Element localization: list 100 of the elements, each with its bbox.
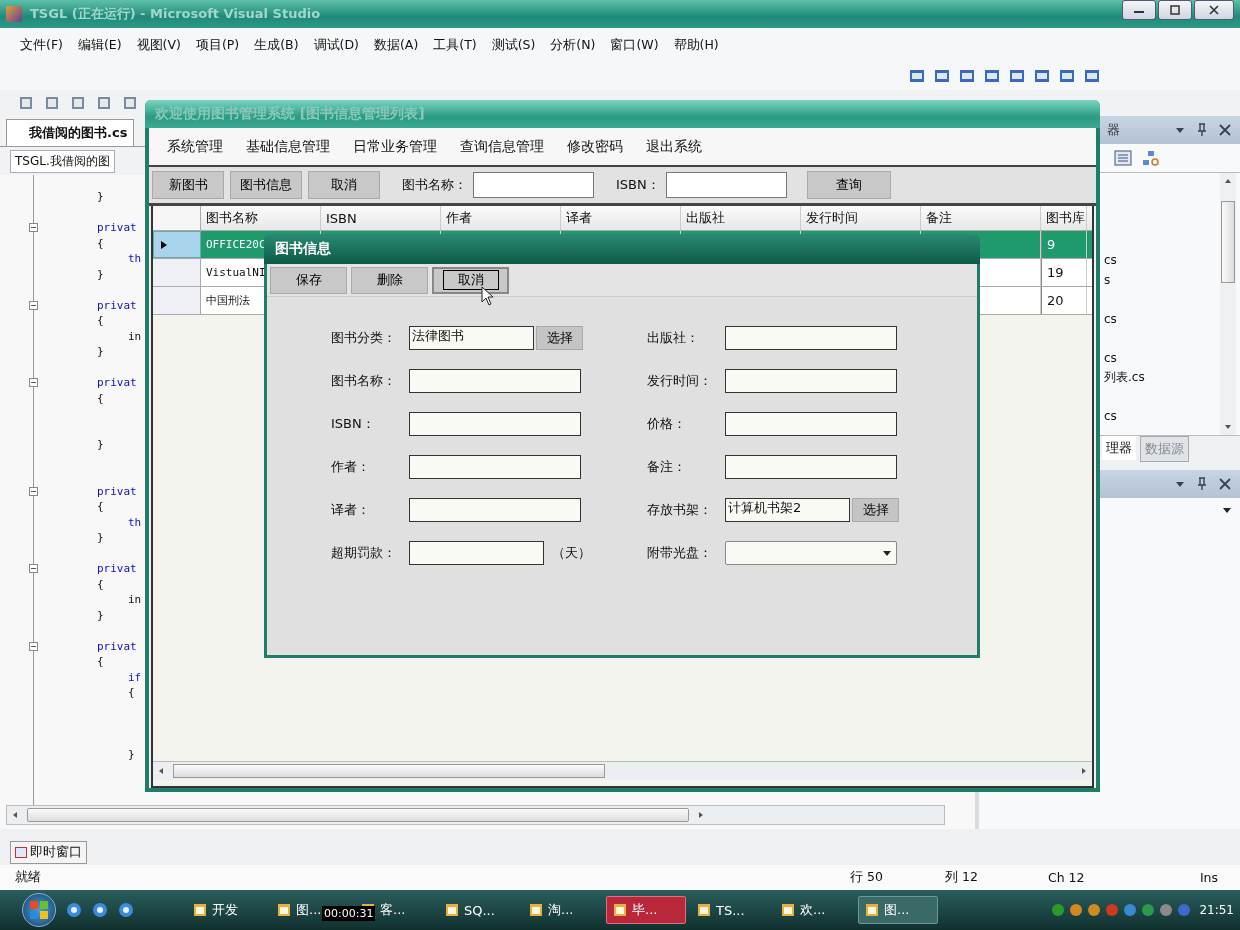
menu-item[interactable]: 编辑(E) <box>77 36 122 54</box>
search-field[interactable] <box>665 172 787 198</box>
menu-item[interactable]: 视图(V) <box>136 36 181 54</box>
menu-item[interactable]: 测试(S) <box>491 36 536 54</box>
dialog-button[interactable]: 删除 <box>351 266 428 294</box>
column-header[interactable]: ISBN <box>321 206 441 230</box>
input-field[interactable] <box>409 369 581 393</box>
menu-item[interactable]: 查询信息管理 <box>460 137 544 156</box>
menu-item[interactable]: 生成(B) <box>254 36 299 54</box>
input-field[interactable] <box>725 412 897 436</box>
menu-item[interactable]: 修改密码 <box>567 137 623 156</box>
toolbar-button[interactable]: 图书信息 <box>230 171 302 199</box>
collapse-icon[interactable] <box>29 641 38 651</box>
table-cell[interactable]: 20 <box>1041 287 1087 314</box>
taskbar-button[interactable]: 欢... <box>774 896 854 924</box>
toolbar-button[interactable]: 新图书 <box>152 171 224 199</box>
scroll-right-icon[interactable] <box>1080 767 1088 775</box>
select-button[interactable]: 选择 <box>852 498 899 522</box>
toolbar-button[interactable]: 取消 <box>308 171 380 199</box>
menu-item[interactable]: 调试(D) <box>313 36 359 54</box>
horizontal-scrollbar[interactable] <box>153 761 1092 780</box>
menu-item[interactable]: 帮助(H) <box>673 36 719 54</box>
dialog-button[interactable]: 取消 <box>432 266 509 294</box>
menu-item[interactable]: 项目(P) <box>195 36 240 54</box>
toolbar-icon[interactable] <box>1084 68 1100 84</box>
toolbar-icon[interactable] <box>959 68 975 84</box>
input-field[interactable] <box>725 455 897 479</box>
toolbar-icon[interactable] <box>122 95 138 111</box>
taskbar-button[interactable]: 开发 <box>186 896 266 924</box>
class-dropdown[interactable]: TSGL.我借阅的图 <box>10 149 115 173</box>
quick-launch-icon[interactable] <box>66 902 82 918</box>
input-field[interactable] <box>409 541 544 565</box>
collapse-icon[interactable] <box>29 300 38 310</box>
panel-tab[interactable]: 理器 <box>1102 436 1136 460</box>
taskbar-button[interactable]: SQ... <box>438 896 518 924</box>
close-icon[interactable] <box>1218 477 1232 491</box>
input-field[interactable]: 计算机书架2 <box>725 498 850 522</box>
menu-item[interactable]: 文件(F) <box>20 36 63 54</box>
toolbar-icon[interactable] <box>18 95 34 111</box>
table-cell[interactable]: 9 <box>1041 231 1087 258</box>
toolbar-icon[interactable] <box>44 95 60 111</box>
tray-icon[interactable] <box>1141 903 1156 917</box>
taskbar-button[interactable]: 毕... <box>606 896 686 924</box>
vertical-scrollbar[interactable] <box>1220 173 1236 435</box>
dropdown-arrow-icon[interactable] <box>1222 506 1232 514</box>
pin-icon[interactable] <box>1196 123 1208 137</box>
toolbar-icon[interactable] <box>1034 68 1050 84</box>
toolbar-icon[interactable] <box>909 68 925 84</box>
horizontal-scrollbar[interactable] <box>6 805 945 825</box>
toolbar-icon[interactable] <box>934 68 950 84</box>
restore-button[interactable] <box>1158 0 1192 20</box>
collapse-icon[interactable] <box>29 378 38 387</box>
dialog-button[interactable]: 保存 <box>270 266 347 294</box>
tray-icon[interactable] <box>1069 903 1084 917</box>
collapse-icon[interactable] <box>29 486 38 496</box>
quick-launch-icon[interactable] <box>92 902 108 918</box>
diagram-icon[interactable] <box>1142 150 1160 166</box>
input-field[interactable]: 法律图书 <box>409 326 534 350</box>
menu-item[interactable]: 分析(N) <box>550 36 596 54</box>
file-item[interactable]: cs <box>1104 311 1117 326</box>
table-cell[interactable]: 19 <box>1041 259 1087 286</box>
file-item[interactable]: cs <box>1104 253 1117 267</box>
column-header[interactable]: 出版社 <box>681 206 801 230</box>
menu-item[interactable]: 系统管理 <box>167 137 223 156</box>
tray-icon[interactable] <box>1123 903 1138 917</box>
tray-icon[interactable] <box>1051 903 1066 917</box>
file-item[interactable]: cs <box>1104 409 1117 423</box>
input-field[interactable] <box>409 498 581 522</box>
quick-launch-icon[interactable] <box>118 902 134 918</box>
document-tab[interactable]: 我借阅的图书.cs <box>6 119 135 146</box>
toolbar-icon[interactable] <box>1059 68 1075 84</box>
select-button[interactable]: 选择 <box>536 326 583 350</box>
input-field[interactable] <box>409 455 581 479</box>
column-header[interactable]: 图书名称 <box>201 206 321 230</box>
tray-icon[interactable] <box>1159 903 1174 917</box>
close-button[interactable] <box>1194 0 1234 20</box>
menu-item[interactable]: 窗口(W) <box>610 36 659 54</box>
column-header[interactable]: 备注 <box>921 206 1041 230</box>
scroll-left-icon[interactable] <box>157 767 165 775</box>
search-button[interactable]: 查询 <box>806 171 891 199</box>
input-field[interactable] <box>725 369 897 393</box>
taskbar-button[interactable]: 图... <box>858 896 938 924</box>
menu-item[interactable]: 基础信息管理 <box>246 137 330 156</box>
collapse-icon[interactable] <box>29 564 38 573</box>
toolbar-icon[interactable] <box>96 95 112 111</box>
column-header[interactable]: 作者 <box>441 206 561 230</box>
column-header[interactable]: 译者 <box>561 206 681 230</box>
menu-item[interactable]: 日常业务管理 <box>353 137 437 156</box>
scroll-up-icon[interactable] <box>1224 177 1232 185</box>
dropdown[interactable] <box>725 541 897 565</box>
input-field[interactable] <box>725 326 897 350</box>
taskbar-button[interactable]: 淘... <box>522 896 602 924</box>
start-button[interactable] <box>22 893 56 927</box>
input-field[interactable] <box>409 412 581 436</box>
minimize-button[interactable] <box>1122 0 1156 20</box>
menu-item[interactable]: 数据(A) <box>373 36 419 54</box>
scroll-left-icon[interactable] <box>11 811 19 819</box>
collapse-icon[interactable] <box>29 223 38 232</box>
menu-item[interactable]: 退出系统 <box>646 137 702 156</box>
taskbar-button[interactable]: TS... <box>690 896 770 924</box>
